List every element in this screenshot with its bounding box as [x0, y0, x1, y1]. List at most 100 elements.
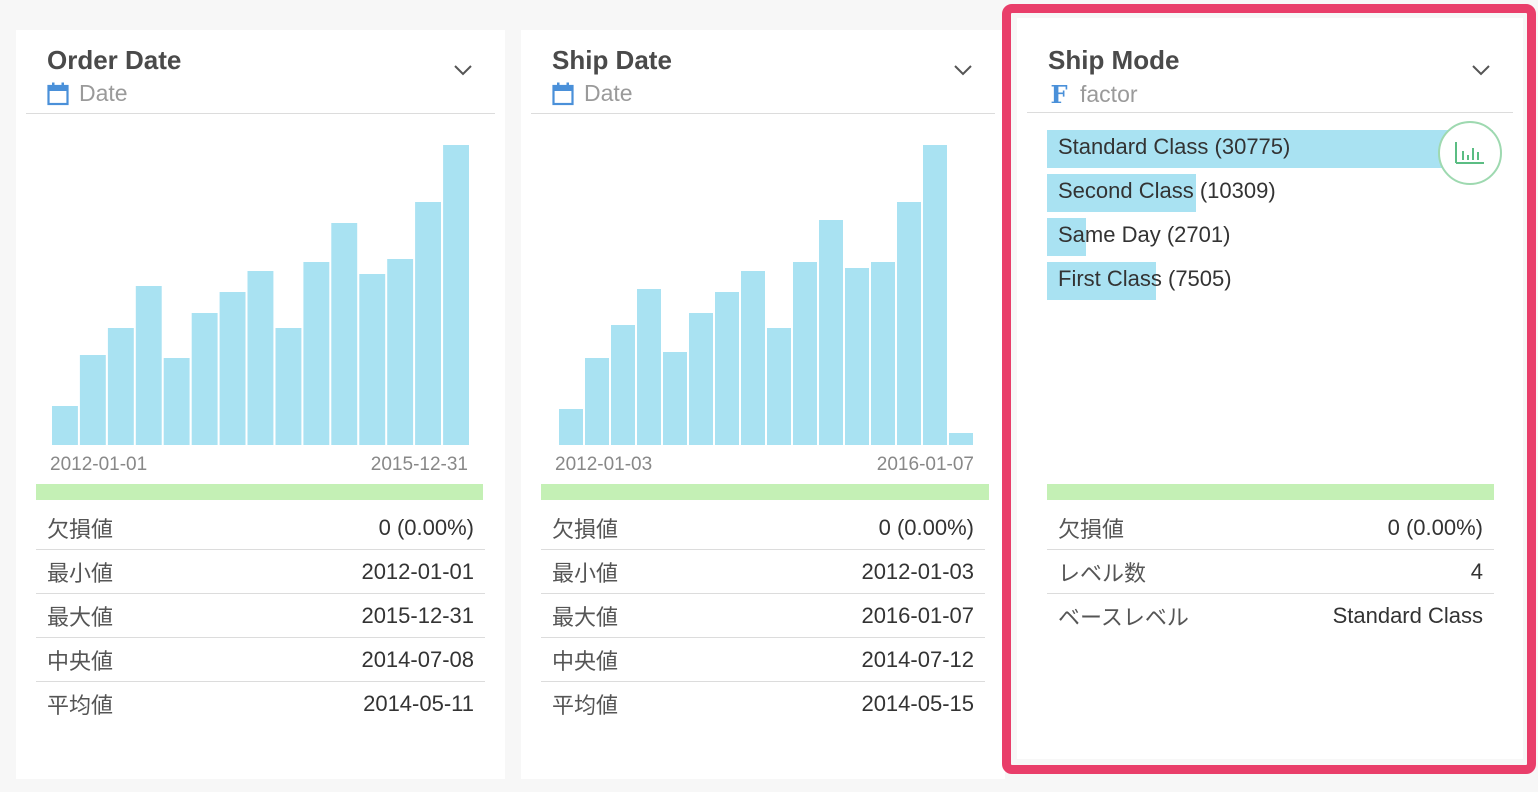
stat-value: 2014-07-08 — [361, 646, 474, 672]
stat-value: 0 (0.00%) — [878, 514, 974, 540]
stat-value: 0 (0.00%) — [378, 514, 474, 540]
stat-row: 中央値 2014-07-12 — [541, 638, 985, 682]
stat-label: 平均値 — [552, 693, 619, 718]
histogram-bar — [247, 271, 274, 445]
stat-value: 2015-12-31 — [361, 602, 474, 628]
histogram — [559, 145, 973, 445]
factor-icon: F — [1050, 80, 1068, 109]
axis-max-label: 2015-12-31 — [370, 454, 468, 475]
stat-label: 平均値 — [47, 693, 114, 718]
histogram-bar — [303, 262, 330, 445]
stat-label: 中央値 — [47, 648, 114, 674]
histogram-bar — [741, 271, 765, 445]
stats-table: 欠損値 0 (0.00%) 最小値 2012-01-03 最大値 2016-01-07… — [541, 506, 985, 726]
stat-label: 最小値 — [47, 560, 114, 586]
stat-value: 2014-05-11 — [363, 691, 474, 716]
data-quality-bar — [36, 484, 483, 500]
axis-max-label: 2016-01-07 — [876, 454, 974, 475]
chevron-down-icon[interactable] — [1471, 60, 1491, 80]
stat-value: 4 — [1470, 558, 1483, 584]
factor-level-list: Standard Class (30775) Second Class (103… — [1047, 126, 1495, 302]
histogram-bar — [107, 328, 134, 445]
stat-label: 最小値 — [552, 560, 619, 586]
histogram — [52, 145, 469, 445]
histogram-bar — [52, 406, 78, 445]
stat-row: 欠損値 0 (0.00%) — [541, 506, 985, 550]
stat-value: Standard Class — [1332, 603, 1483, 628]
stats-table: 欠損値 0 (0.00%) レベル数 4 ベースレベル Standard Class — [1047, 506, 1494, 638]
bar-chart-icon — [1455, 142, 1484, 164]
stat-row: ベースレベル Standard Class — [1047, 594, 1494, 638]
stat-row: 欠損値 0 (0.00%) — [1047, 506, 1494, 550]
histogram-bar — [559, 409, 583, 445]
histogram-bar — [897, 202, 921, 445]
factor-row[interactable]: Same Day (2701) — [1047, 214, 1495, 258]
histogram-bar — [689, 313, 713, 445]
stat-value: 2016-01-07 — [861, 602, 974, 628]
stat-value: 2012-01-01 — [361, 558, 474, 584]
stat-label: ベースレベル — [1058, 605, 1189, 630]
stat-value: 2014-05-15 — [861, 691, 974, 716]
histogram-bar — [163, 358, 190, 445]
histogram-bar — [359, 274, 386, 445]
histogram-bar — [79, 355, 106, 445]
histogram-bar — [191, 313, 218, 445]
stat-label: 欠損値 — [1058, 516, 1125, 542]
data-quality-bar — [541, 484, 989, 500]
histogram-bar — [219, 292, 246, 445]
histogram-bar — [637, 289, 661, 445]
stat-label: 最大値 — [47, 604, 114, 630]
stat-row: 最大値 2015-12-31 — [36, 594, 485, 638]
stat-row: 欠損値 0 (0.00%) — [36, 506, 485, 550]
axis-min-label: 2012-01-01 — [50, 454, 148, 475]
stat-row: 平均値 2014-05-11 — [36, 682, 485, 726]
factor-label: Same Day (2701) — [1058, 222, 1231, 247]
bar-chart-button[interactable] — [1438, 121, 1502, 185]
histogram-bar — [923, 145, 947, 445]
stat-row: 中央値 2014-07-08 — [36, 638, 485, 682]
stat-row: 最小値 2012-01-01 — [36, 550, 485, 594]
data-quality-bar — [1047, 484, 1494, 500]
histogram-bar — [585, 358, 609, 445]
stat-label: 欠損値 — [552, 516, 619, 542]
stat-value: 0 (0.00%) — [1387, 514, 1483, 540]
histogram-bar — [949, 433, 973, 445]
axis-min-label: 2012-01-03 — [555, 454, 653, 475]
histogram-bar — [715, 292, 739, 445]
factor-label: First Class (7505) — [1058, 266, 1232, 291]
column-card-ship-mode: Ship Mode F factor Standard Class (30775… — [1017, 18, 1523, 759]
card-header: Ship Mode F factor — [1027, 30, 1513, 113]
stat-label: レベル数 — [1058, 560, 1147, 586]
histogram-bar — [767, 328, 791, 445]
stat-label: 中央値 — [552, 648, 619, 674]
column-type: F factor — [1048, 80, 1138, 109]
stat-row: 最大値 2016-01-07 — [541, 594, 985, 638]
stat-row: レベル数 4 — [1047, 550, 1494, 594]
histogram-bar — [845, 268, 869, 445]
stat-row: 最小値 2012-01-03 — [541, 550, 985, 594]
histogram-bar — [415, 202, 441, 445]
histogram-bar — [331, 223, 358, 445]
histogram-bar — [819, 220, 843, 445]
factor-row[interactable]: Standard Class (30775) — [1047, 126, 1495, 170]
histogram-bar — [793, 262, 817, 445]
column-card-ship-date: Ship Date Date 2012-01-03 2016-01-07 欠損値… — [521, 30, 1005, 779]
histogram-bar — [275, 328, 302, 445]
histogram-bar — [387, 259, 414, 445]
stat-value: 2012-01-03 — [861, 558, 974, 584]
histogram-bar — [135, 286, 162, 445]
column-type-label: factor — [1080, 81, 1138, 107]
factor-label: Second Class (10309) — [1058, 178, 1276, 203]
factor-row[interactable]: Second Class (10309) — [1047, 170, 1495, 214]
histogram-bar — [871, 262, 895, 445]
histogram-bar — [663, 352, 687, 445]
stat-label: 最大値 — [552, 604, 619, 630]
stat-label: 欠損値 — [47, 516, 114, 542]
column-title: Ship Mode — [1048, 45, 1180, 75]
factor-row[interactable]: First Class (7505) — [1047, 258, 1495, 302]
histogram-bar — [611, 325, 635, 445]
stats-table: 欠損値 0 (0.00%) 最小値 2012-01-01 最大値 2015-12-31… — [36, 506, 485, 726]
column-card-order-date: Order Date Date 2012-01-01 2015-12-31 欠損… — [16, 30, 505, 779]
stat-row: 平均値 2014-05-15 — [541, 682, 985, 726]
histogram-bar — [443, 145, 469, 445]
